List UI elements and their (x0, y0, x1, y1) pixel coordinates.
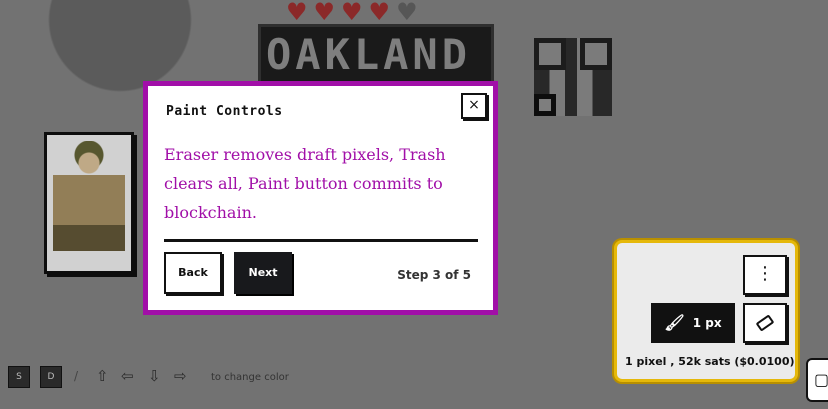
paint-button[interactable]: 🖌 1 px (651, 303, 735, 343)
tutorial-modal: Paint Controls × Eraser removes draft pi… (143, 81, 498, 315)
pixel-cost: 1 pixel , 52k sats ($0.0100) (625, 355, 795, 368)
paint-panel: ⋮ 🖌 1 px 1 pixel , 52k sats ($0.0100) (614, 240, 798, 382)
step-indicator: Step 3 of 5 (397, 268, 471, 282)
hint-separator: / (74, 369, 79, 383)
key-d[interactable]: D (40, 366, 62, 388)
more-options-button[interactable]: ⋮ (743, 255, 787, 295)
chat-button[interactable]: ▢ (806, 358, 828, 402)
modal-body: Eraser removes draft pixels, Trash clear… (164, 145, 446, 222)
color-hint-text: to change color (211, 372, 289, 383)
eraser-button[interactable] (743, 303, 787, 343)
arrow-up-icon[interactable]: ⇧ (96, 367, 109, 385)
back-button[interactable]: Back (164, 252, 222, 294)
next-button[interactable]: Next (234, 252, 292, 294)
close-button[interactable]: × (461, 93, 487, 119)
modal-title: Paint Controls (166, 104, 283, 119)
key-s[interactable]: S (8, 366, 30, 388)
chat-icon: ▢ (814, 370, 828, 389)
paintbrush-icon: 🖌 (664, 313, 685, 332)
arrow-left-icon[interactable]: ⇦ (121, 367, 134, 385)
modal-divider (164, 239, 478, 242)
arrow-down-icon[interactable]: ⇩ (148, 367, 161, 385)
paint-button-label: 1 px (692, 316, 722, 330)
arrow-right-icon[interactable]: ⇨ (174, 367, 187, 385)
eraser-icon (755, 314, 775, 332)
